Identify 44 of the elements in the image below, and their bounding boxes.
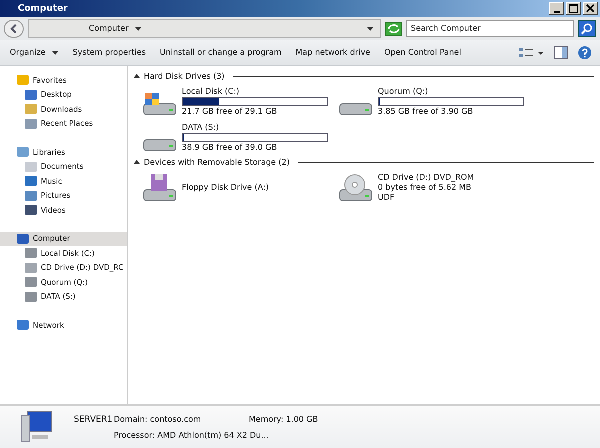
floppy-drive-icon — [143, 173, 177, 202]
drive-name[interactable]: CD Drive (D:) DVD_ROM — [378, 172, 474, 182]
collapse-icon[interactable] — [134, 160, 140, 164]
preview-pane-icon — [554, 46, 568, 59]
toolbar-button[interactable]: Uninstall or change a program — [154, 46, 288, 59]
close-icon — [586, 4, 595, 13]
minimize-icon — [554, 10, 560, 12]
toolbar-button[interactable]: Organize — [4, 46, 65, 59]
maximize-icon — [569, 4, 578, 13]
drive-info: 0 bytes free of 5.62 MB — [378, 182, 473, 192]
refresh-icon — [386, 24, 400, 34]
drive-name[interactable]: Local Disk (C:) — [182, 86, 328, 96]
search-button[interactable] — [578, 20, 596, 37]
drive-name[interactable]: DATA (S:) — [182, 122, 328, 132]
section-header[interactable]: Devices with Removable Storage (2) — [144, 158, 290, 166]
caret-icon — [134, 26, 142, 30]
drive-name[interactable]: Floppy Disk Drive (A:) — [182, 182, 270, 192]
drive-info: 3.85 GB free of 3.90 GB — [378, 106, 474, 116]
drive-info: 21.7 GB free of 29.1 GB — [182, 106, 278, 116]
toolbar-button[interactable]: Open Control Panel — [378, 46, 468, 59]
back-button[interactable] — [4, 20, 24, 38]
search-icon — [581, 22, 593, 34]
drive-name[interactable]: Quorum (Q:) — [378, 86, 524, 96]
close-button[interactable] — [583, 2, 598, 15]
collapse-icon[interactable] — [134, 74, 140, 78]
domain-text: Domain: contoso.com — [114, 414, 202, 424]
section-header[interactable]: Hard Disk Drives (3) — [144, 72, 225, 80]
toolbar-button[interactable]: System properties — [66, 46, 152, 59]
toolbar-button[interactable]: Map network drive — [290, 46, 376, 59]
caret-icon — [52, 50, 59, 54]
drive-info: UDF — [378, 192, 396, 202]
drive-info: 38.9 GB free of 39.0 GB — [182, 142, 278, 152]
address-field[interactable]: Computer — [28, 19, 381, 38]
window-title: Computer — [18, 4, 69, 14]
search-field[interactable]: Search Computer — [406, 20, 574, 37]
caret-icon — [367, 26, 374, 30]
memory-text: Memory: 1.00 GB — [249, 414, 320, 424]
refresh-button[interactable] — [385, 22, 402, 36]
processor-text: Processor: AMD Athlon(tm) 64 X2 Du... — [114, 430, 270, 440]
maximize-button[interactable] — [566, 2, 581, 15]
computer-name: SERVER1 — [74, 414, 114, 424]
view-options-icon — [518, 46, 544, 58]
minimize-button[interactable] — [549, 2, 564, 15]
help-icon — [578, 46, 592, 60]
